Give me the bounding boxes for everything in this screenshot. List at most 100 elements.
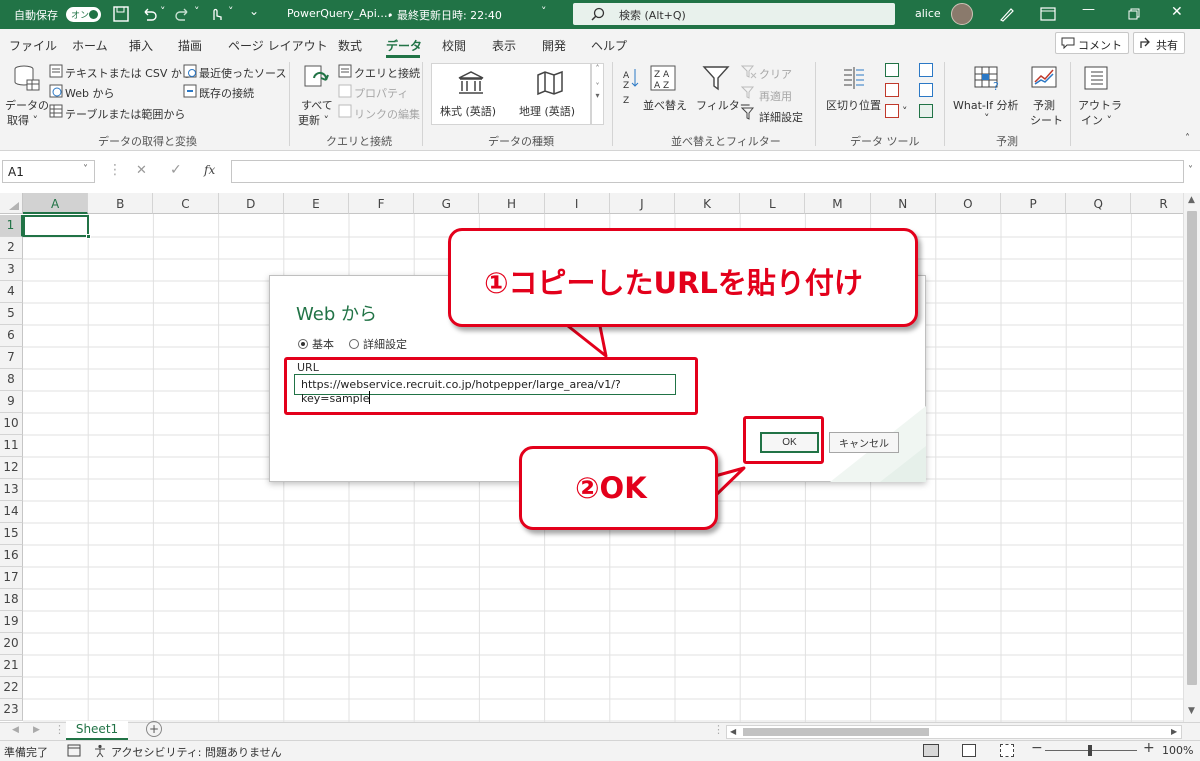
filename-dropdown-icon[interactable]: ˅: [541, 5, 547, 18]
what-if-button[interactable]: ? What-If 分析 ˅: [951, 64, 1025, 126]
row-header-20[interactable]: 20: [0, 633, 23, 655]
filter-button[interactable]: フィルター: [694, 64, 751, 124]
flash-fill-icon[interactable]: [885, 63, 899, 77]
row-header-8[interactable]: 8: [0, 369, 23, 391]
fill-handle[interactable]: [86, 234, 91, 239]
row-header-14[interactable]: 14: [0, 501, 23, 523]
row-header-23[interactable]: 23: [0, 699, 23, 721]
tab-developer[interactable]: 開発: [542, 37, 566, 54]
column-header-G[interactable]: G: [414, 193, 480, 214]
page-layout-view-icon[interactable]: [962, 744, 976, 757]
column-header-M[interactable]: M: [805, 193, 871, 214]
radio-basic-indicator[interactable]: [298, 339, 308, 349]
touch-mode-icon[interactable]: [208, 6, 224, 22]
minimize-icon[interactable]: —: [1082, 2, 1095, 17]
sheet-tab-sheet1[interactable]: Sheet1: [66, 721, 128, 740]
sort-button[interactable]: Z AA Z 並べ替え: [643, 64, 687, 124]
row-header-7[interactable]: 7: [0, 347, 23, 369]
sort-az-icon[interactable]: AZZ: [622, 66, 640, 106]
name-box[interactable]: A1 ˅: [2, 160, 95, 183]
tab-help[interactable]: ヘルプ: [591, 37, 627, 54]
gallery-scroll[interactable]: ˄ ˅ ▾: [591, 63, 604, 125]
comment-button[interactable]: コメント: [1055, 32, 1129, 54]
row-header-4[interactable]: 4: [0, 281, 23, 303]
tab-draw[interactable]: 描画: [178, 37, 202, 54]
web-button[interactable]: Web から: [65, 85, 114, 101]
formula-bar-handle-icon[interactable]: ⋮: [108, 162, 122, 178]
row-header-3[interactable]: 3: [0, 259, 23, 281]
search-box[interactable]: 検索 (Alt+Q): [573, 3, 895, 25]
row-header-18[interactable]: 18: [0, 589, 23, 611]
advanced-button[interactable]: 詳細設定: [759, 109, 803, 125]
data-model-icon[interactable]: [919, 104, 933, 118]
text-csv-button[interactable]: テキストまたは CSV から: [65, 65, 193, 81]
queries-connections-button[interactable]: クエリと接続: [354, 65, 420, 81]
scroll-left-icon[interactable]: ◀: [730, 727, 736, 736]
column-header-H[interactable]: H: [479, 193, 545, 214]
reapply-button[interactable]: 再適用: [759, 88, 792, 104]
row-header-5[interactable]: 5: [0, 303, 23, 325]
cancel-entry-icon[interactable]: ✕: [136, 163, 147, 178]
collapse-ribbon-icon[interactable]: ˄: [1185, 133, 1190, 144]
column-header-A[interactable]: A: [23, 193, 89, 214]
column-header-O[interactable]: O: [935, 193, 1001, 214]
column-header-B[interactable]: B: [88, 193, 154, 214]
row-header-13[interactable]: 13: [0, 479, 23, 501]
ribbon-display-icon[interactable]: [1040, 7, 1056, 21]
properties-button[interactable]: プロパティ: [354, 85, 408, 101]
scroll-down-icon[interactable]: ▼: [1188, 706, 1195, 716]
tab-view[interactable]: 表示: [492, 37, 516, 54]
accessibility-status[interactable]: アクセシビリティ: 問題ありません: [111, 744, 282, 760]
column-header-E[interactable]: E: [283, 193, 349, 214]
tabs-more-icon[interactable]: ⋮: [54, 723, 65, 736]
save-icon[interactable]: [113, 6, 129, 22]
zoom-level[interactable]: 100%: [1162, 744, 1193, 757]
customize-qat-icon[interactable]: ⌄: [249, 4, 259, 18]
column-header-P[interactable]: P: [1001, 193, 1067, 214]
column-header-N[interactable]: N: [870, 193, 936, 214]
share-button[interactable]: 共有: [1133, 32, 1185, 54]
column-header-I[interactable]: I: [544, 193, 610, 214]
row-header-16[interactable]: 16: [0, 545, 23, 567]
horizontal-scrollbar[interactable]: ◀ ▶: [726, 725, 1182, 739]
undo-dropdown-icon[interactable]: ˅: [160, 5, 166, 18]
recent-sources-button[interactable]: 最近使ったソース: [199, 65, 286, 81]
edit-links-button[interactable]: リンクの編集: [354, 106, 420, 122]
consolidate-icon[interactable]: [919, 63, 933, 77]
close-icon[interactable]: ✕: [1171, 4, 1183, 20]
page-break-view-icon[interactable]: [1000, 744, 1014, 757]
column-header-Q[interactable]: Q: [1066, 193, 1132, 214]
row-header-15[interactable]: 15: [0, 523, 23, 545]
forecast-sheet-button[interactable]: 予測 シート: [1027, 64, 1063, 127]
vertical-scrollbar[interactable]: ▲ ▼: [1183, 193, 1200, 722]
select-all-button[interactable]: [0, 193, 23, 214]
row-header-6[interactable]: 6: [0, 325, 23, 347]
insert-function-icon[interactable]: fx: [204, 163, 215, 177]
cancel-button[interactable]: キャンセル: [829, 432, 899, 453]
row-header-2[interactable]: 2: [0, 237, 23, 259]
prev-sheet-icon[interactable]: ◀: [12, 725, 19, 735]
row-header-19[interactable]: 19: [0, 611, 23, 633]
tab-home[interactable]: ホーム: [72, 37, 108, 54]
autosave-toggle[interactable]: オン: [66, 7, 101, 22]
splitter-handle-icon[interactable]: ⋮: [713, 723, 724, 736]
column-header-R[interactable]: R: [1131, 193, 1183, 214]
outline-button[interactable]: アウトラ イン ˅: [1076, 64, 1122, 127]
radio-advanced-indicator[interactable]: [349, 339, 359, 349]
next-sheet-icon[interactable]: ▶: [33, 725, 40, 735]
row-header-12[interactable]: 12: [0, 457, 23, 479]
clear-button[interactable]: クリア: [759, 66, 792, 82]
vertical-scroll-thumb[interactable]: [1187, 211, 1197, 685]
column-header-J[interactable]: J: [609, 193, 675, 214]
data-validation-dropdown-icon[interactable]: ˅: [902, 105, 908, 118]
column-header-L[interactable]: L: [740, 193, 806, 214]
expand-formula-icon[interactable]: ˅: [1188, 165, 1193, 176]
tab-data[interactable]: データ: [386, 37, 422, 54]
scroll-up-icon[interactable]: ▲: [1188, 195, 1195, 205]
remove-duplicates-icon[interactable]: [885, 83, 899, 97]
data-validation-icon[interactable]: [885, 104, 899, 118]
scroll-right-icon[interactable]: ▶: [1171, 727, 1177, 736]
zoom-in-icon[interactable]: +: [1143, 740, 1155, 756]
zoom-out-icon[interactable]: −: [1031, 740, 1043, 756]
row-header-9[interactable]: 9: [0, 391, 23, 413]
